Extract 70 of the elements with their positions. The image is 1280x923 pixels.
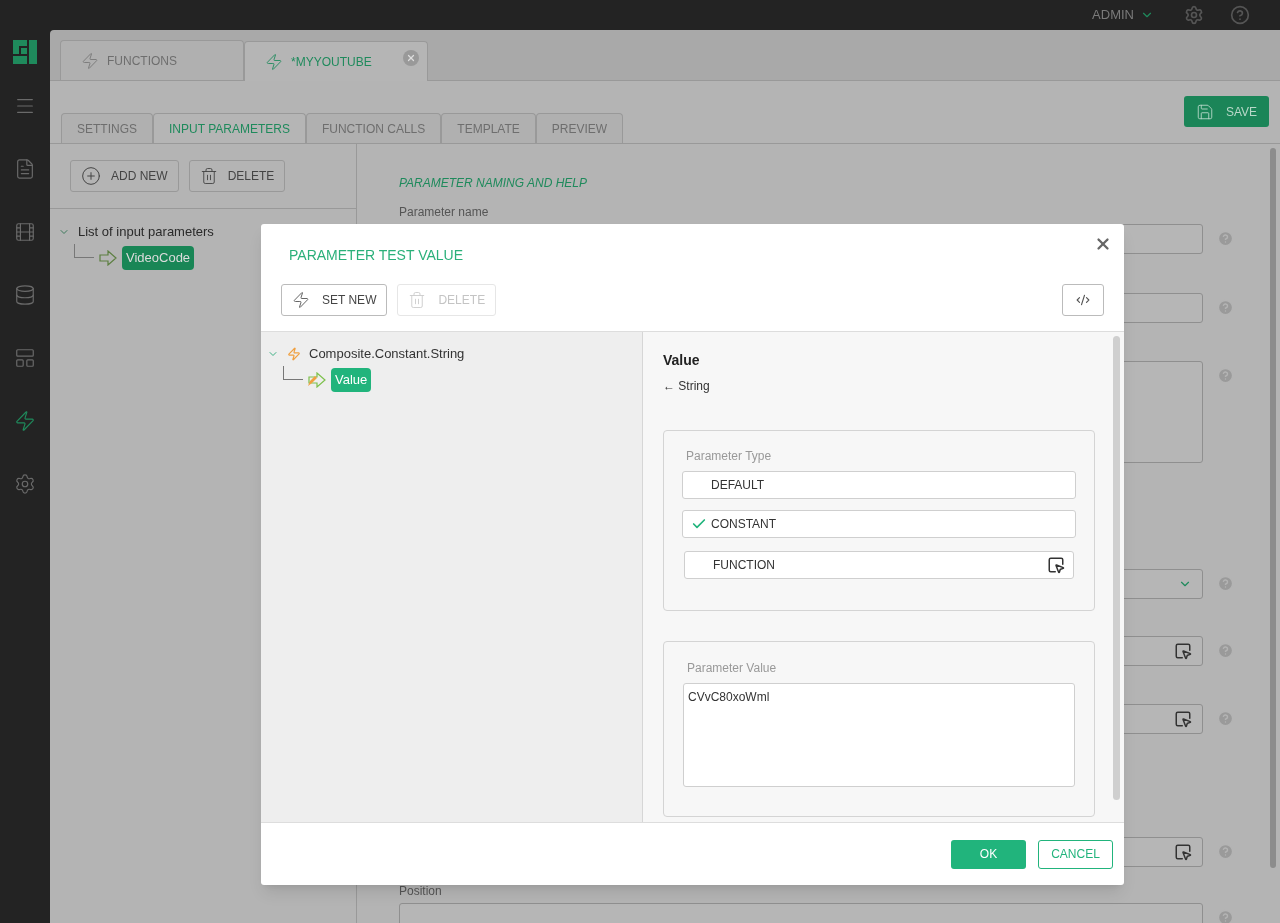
help-icon[interactable] — [1217, 299, 1234, 316]
settings-icon[interactable] — [14, 473, 36, 495]
trash-icon — [199, 167, 218, 185]
pointer-icon[interactable] — [1174, 843, 1192, 861]
connector-line — [74, 244, 94, 258]
type-option[interactable]: CONSTANT — [682, 510, 1076, 538]
help-icon[interactable] — [1217, 642, 1234, 659]
ok-button[interactable]: OK — [951, 839, 1026, 869]
type-option[interactable]: FUNCTION — [684, 551, 1074, 579]
tab-label: *MYYOUTUBE — [291, 53, 372, 71]
type-option[interactable]: DEFAULT — [682, 471, 1076, 499]
lightning-icon — [265, 52, 283, 71]
pointer-icon[interactable] — [1174, 710, 1192, 728]
document-tab[interactable]: FUNCTIONS — [60, 40, 244, 80]
dialog-title: PARAMETER TEST VALUE — [289, 246, 464, 265]
logo[interactable] — [13, 40, 37, 64]
tab[interactable]: PREVIEW — [535, 113, 624, 143]
scrollbar[interactable] — [1270, 148, 1276, 868]
field-label: Parameter name — [399, 204, 490, 220]
tab[interactable]: TEMPLATE — [441, 113, 536, 143]
code-button[interactable] — [1062, 284, 1104, 316]
pointer-icon[interactable] — [1174, 642, 1192, 660]
code-icon — [1076, 293, 1090, 307]
table-icon[interactable] — [14, 347, 36, 369]
tree-item[interactable]: Value — [331, 368, 372, 392]
document-tab[interactable]: *MYYOUTUBE — [244, 41, 428, 81]
section-title: PARAMETER NAMING AND HELP — [399, 175, 589, 190]
save-button[interactable]: SAVE — [1183, 96, 1269, 127]
tab[interactable]: FUNCTION CALLS — [305, 113, 442, 143]
help-icon[interactable] — [1217, 367, 1234, 384]
add-icon — [81, 166, 101, 186]
set-new-button[interactable]: SET NEW — [281, 284, 388, 316]
add-button[interactable]: ADD NEW — [70, 160, 179, 192]
arrow-icon — [98, 250, 118, 266]
lightning-icon[interactable] — [14, 410, 36, 432]
parameter-name: Value — [663, 351, 701, 370]
settings-icon[interactable] — [1184, 5, 1204, 25]
tree-label[interactable]: List of input parameters — [78, 222, 214, 242]
help-icon[interactable] — [1217, 843, 1234, 860]
trash-icon — [408, 291, 427, 309]
close-icon[interactable] — [1094, 235, 1112, 253]
tree-item[interactable]: VideoCode — [122, 246, 195, 270]
help-icon[interactable] — [1217, 909, 1234, 923]
lightning-icon — [292, 291, 310, 309]
value-field[interactable]: CVvC80xoWml — [683, 683, 1075, 787]
film-icon[interactable] — [14, 221, 36, 243]
tab[interactable]: INPUT PARAMETERS — [153, 113, 306, 143]
lightning-icon — [81, 51, 99, 70]
tree-label[interactable]: Composite.Constant.String — [309, 344, 465, 364]
help-icon[interactable] — [1217, 575, 1234, 592]
parameter-type-label: ← String — [663, 378, 711, 395]
help-icon[interactable] — [1230, 5, 1250, 25]
lightning-icon — [287, 347, 301, 361]
help-icon[interactable] — [1217, 710, 1234, 727]
delete-button[interactable]: DELETE — [188, 160, 286, 192]
arrow-pencil-icon — [307, 372, 327, 388]
document-icon[interactable] — [14, 158, 36, 180]
connector-line — [283, 366, 303, 380]
help-icon[interactable] — [1217, 230, 1234, 247]
pointer-icon[interactable] — [1047, 556, 1065, 574]
field-label: Position — [399, 883, 443, 899]
user-menu[interactable]: ADMIN — [1092, 5, 1154, 25]
cancel-button[interactable]: CANCEL — [1038, 839, 1113, 869]
tab[interactable]: SETTINGS — [61, 113, 153, 143]
database-icon[interactable] — [14, 284, 36, 306]
card-label: Parameter Type — [686, 448, 773, 465]
scrollbar[interactable] — [1113, 336, 1120, 800]
card-label: Parameter Value — [687, 660, 778, 677]
tab-label: FUNCTIONS — [107, 52, 177, 70]
save-icon — [1195, 102, 1214, 121]
